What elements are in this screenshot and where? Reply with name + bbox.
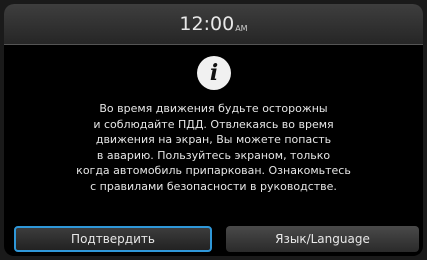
message-line: в аварию. Пользуйтесь экраном, только: [96, 148, 331, 162]
head-unit-screen: 12:00 AM i Во время движения будьте осто…: [4, 4, 423, 256]
message-line: когда автомобиль припаркован. Ознакомьте…: [76, 164, 351, 177]
status-bar: 12:00 AM: [4, 4, 423, 44]
info-icon: i: [197, 56, 231, 90]
clock-ampm: AM: [235, 23, 248, 33]
language-button[interactable]: Язык/Language: [226, 226, 419, 252]
status-divider: [4, 44, 423, 45]
info-glyph: i: [209, 60, 219, 86]
clock: 12:00: [179, 13, 235, 35]
message-line: движения на экран, Вы можете попасть: [95, 133, 332, 146]
message-line: с правилами безопасности в руководстве.: [90, 179, 337, 193]
confirm-button-label: Подтвердить: [71, 232, 155, 246]
button-bar: Подтвердить Язык/Language: [8, 226, 419, 256]
safety-warning-message: Во время движения будьте осторожны и соб…: [24, 101, 403, 194]
message-line: и соблюдайте ПДД. Отвлекаясь во время: [93, 117, 334, 131]
message-line: Во время движения будьте осторожны: [99, 102, 328, 115]
confirm-button[interactable]: Подтвердить: [14, 226, 212, 252]
language-button-label: Язык/Language: [275, 232, 370, 246]
